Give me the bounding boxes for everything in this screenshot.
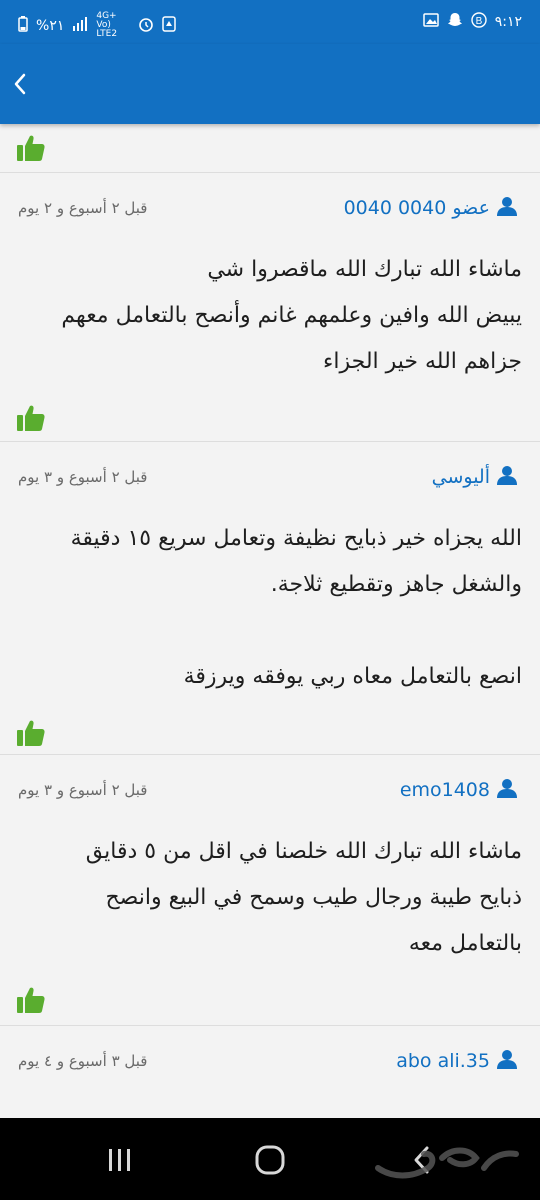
status-right: B ٩:١٢ <box>422 12 522 32</box>
comment-item: emo1408 قبل ٢ أسبوع و ٣ يوم ماشاء الله ت… <box>0 755 540 1026</box>
comment-line: والشغل جاهز وتقطيع ثلاجة. <box>270 572 522 597</box>
battery-icon <box>18 15 28 36</box>
comment-date: قبل ٢ أسبوع و ٣ يوم <box>18 781 148 799</box>
comment-line: بالتعامل معه <box>408 931 522 956</box>
comment-line: جزاهم الله خير الجزاء <box>323 349 522 374</box>
comment-date: قبل ٢ أسبوع و ٣ يوم <box>18 468 148 486</box>
recycle-icon <box>162 15 177 36</box>
author-name[interactable]: أليوسي <box>432 466 490 488</box>
home-icon[interactable] <box>250 1142 290 1178</box>
comment-body: الله يجزاه خير ذبايح نظيفة وتعامل سريع ١… <box>14 516 522 700</box>
comment-line: انصع بالتعامل معاه ربي يوفقه ويرزقة <box>183 664 522 689</box>
comment-author[interactable]: عضو 0040 0040 <box>344 195 518 221</box>
comment-line: ذبايح طيبة ورجال طيب وسمح في البيع وانصح <box>105 885 522 910</box>
app-bar <box>0 44 540 124</box>
comment-item: abo ali.35 قبل ٣ أسبوع و ٤ يوم <box>0 1026 540 1118</box>
recent-apps-icon[interactable] <box>100 1142 140 1178</box>
navigation-bar <box>0 1118 540 1200</box>
status-bar: %٢١ 4G+ Vo) LTE2 B ٩:١٢ <box>0 0 540 44</box>
comment-author[interactable]: emo1408 <box>400 777 518 803</box>
thumbs-up-icon[interactable] <box>16 985 46 1015</box>
thumbs-up-icon[interactable] <box>16 403 46 433</box>
comment-body: ماشاء الله تبارك الله ماقصروا شي يبيض ال… <box>14 247 522 385</box>
comment-meta: emo1408 قبل ٢ أسبوع و ٣ يوم <box>0 777 540 813</box>
chevron-left-icon[interactable] <box>4 64 36 104</box>
comment-line <box>14 608 522 654</box>
snapchat-icon <box>447 12 463 32</box>
haraj-logo <box>372 1138 522 1182</box>
battery-percent: %٢١ <box>36 17 65 34</box>
user-icon <box>496 195 518 221</box>
author-name[interactable]: abo ali.35 <box>396 1050 490 1072</box>
alarm-icon <box>138 16 154 36</box>
thumbs-up-icon[interactable] <box>16 133 46 163</box>
comment-author[interactable]: abo ali.35 <box>396 1048 518 1074</box>
comment-line: الله يجزاه خير ذبايح نظيفة وتعامل سريع ١… <box>70 526 522 551</box>
comment-body: ماشاء الله تبارك الله خلصنا في اقل من ٥ … <box>14 829 522 967</box>
author-name[interactable]: emo1408 <box>400 779 490 801</box>
status-left: %٢١ 4G+ Vo) LTE2 <box>18 11 177 39</box>
comment-item: أليوسي قبل ٢ أسبوع و ٣ يوم الله يجزاه خي… <box>0 442 540 755</box>
comment-line: ماشاء الله تبارك الله ماقصروا شي <box>207 257 522 282</box>
comment-meta: أليوسي قبل ٢ أسبوع و ٣ يوم <box>0 464 540 500</box>
b-badge-icon: B <box>471 12 487 32</box>
gallery-icon <box>422 13 439 31</box>
author-name[interactable]: عضو 0040 0040 <box>344 197 490 219</box>
user-icon <box>496 464 518 490</box>
signal-icon <box>72 16 88 35</box>
comment-line: يبيض الله وافين وعلمهم غانم وأنصح بالتعا… <box>61 303 522 328</box>
comment-line: ماشاء الله تبارك الله خلصنا في اقل من ٥ … <box>85 839 522 864</box>
comments-list: عضو 0040 0040 قبل ٢ أسبوع و ٢ يوم ماشاء … <box>0 124 540 1118</box>
user-icon <box>496 777 518 803</box>
comment-tail <box>0 124 540 173</box>
thumbs-up-icon[interactable] <box>16 718 46 748</box>
clock-time: ٩:١٢ <box>494 14 522 30</box>
comment-date: قبل ٣ أسبوع و ٤ يوم <box>18 1052 148 1070</box>
comment-author[interactable]: أليوسي <box>432 464 518 490</box>
comment-item: عضو 0040 0040 قبل ٢ أسبوع و ٢ يوم ماشاء … <box>0 173 540 442</box>
comment-date: قبل ٢ أسبوع و ٢ يوم <box>18 199 148 217</box>
svg-text:B: B <box>475 16 482 27</box>
comment-meta: عضو 0040 0040 قبل ٢ أسبوع و ٢ يوم <box>0 195 540 231</box>
comment-meta: abo ali.35 قبل ٣ أسبوع و ٤ يوم <box>0 1048 540 1084</box>
network-label: 4G+ Vo) LTE2 <box>96 11 118 39</box>
user-icon <box>496 1048 518 1074</box>
